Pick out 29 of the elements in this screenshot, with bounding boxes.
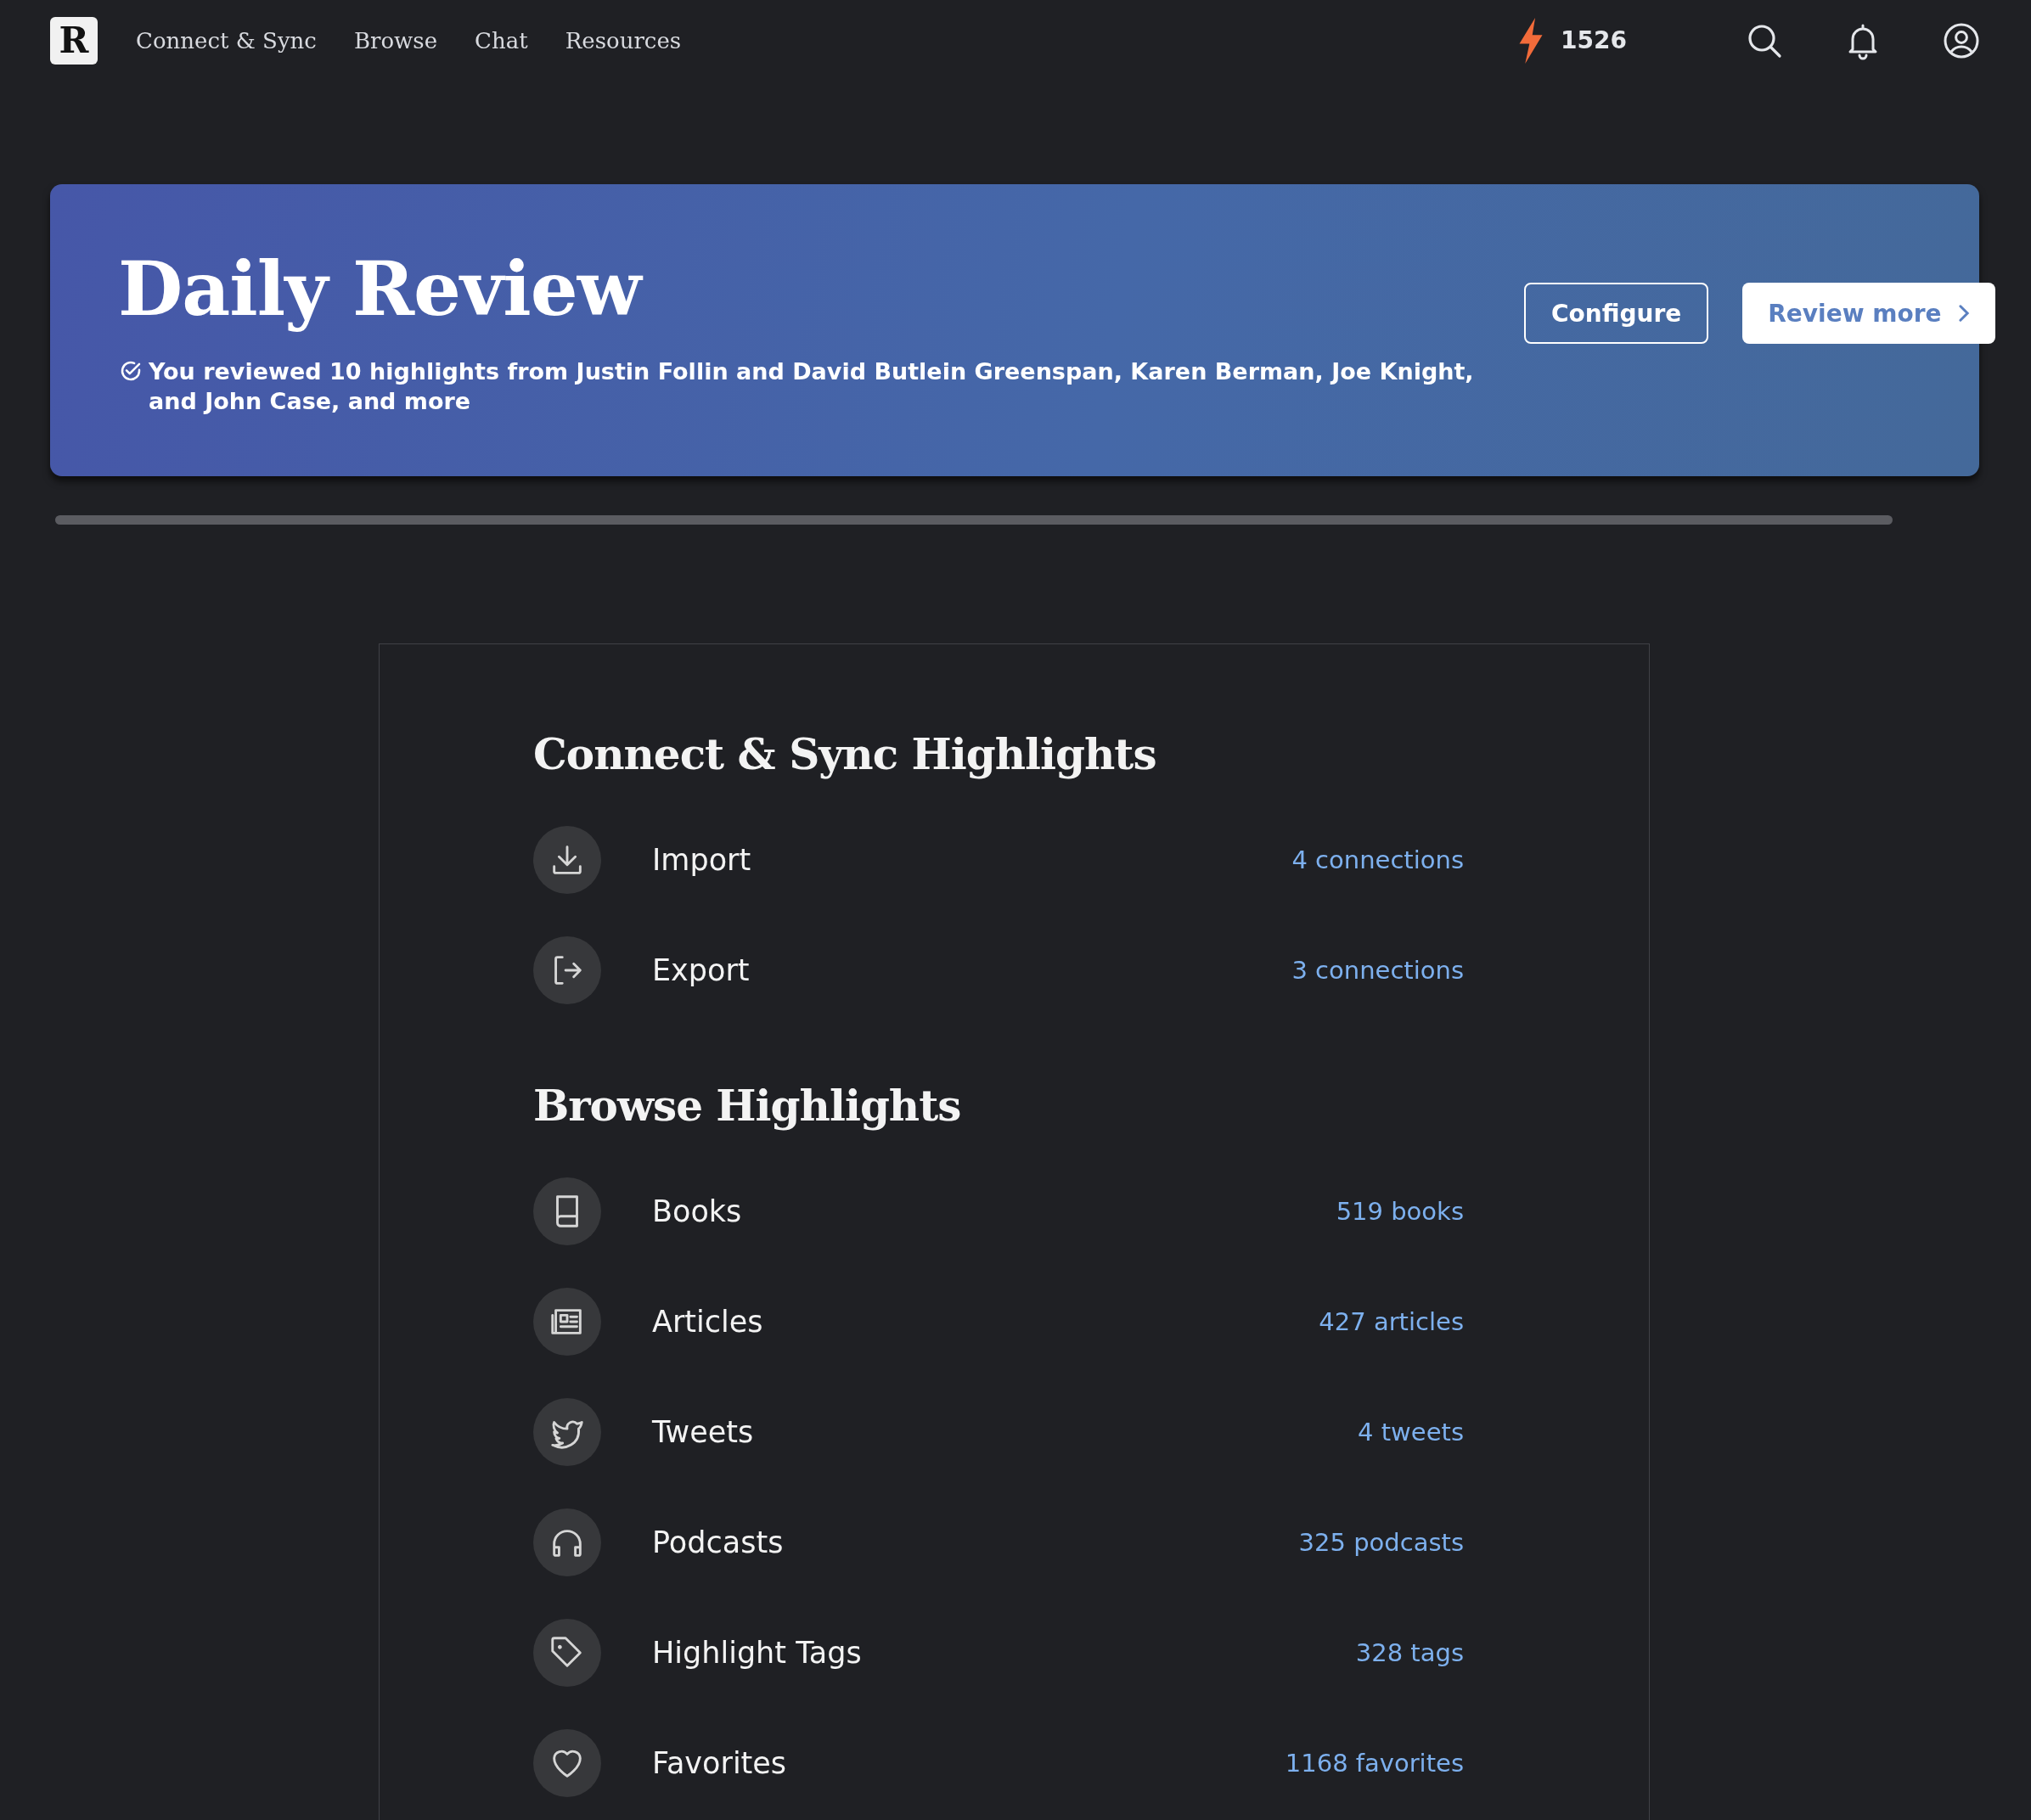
nav-link[interactable]: Resources bbox=[565, 27, 682, 53]
count-link[interactable]: 4 tweets bbox=[1358, 1418, 1464, 1446]
category-link[interactable]: Podcasts bbox=[652, 1525, 1299, 1559]
category-link[interactable]: Tweets bbox=[652, 1415, 1359, 1449]
logo[interactable]: R bbox=[50, 16, 98, 65]
category-link[interactable]: Import bbox=[652, 843, 1292, 877]
banner-title: Daily Review bbox=[118, 244, 1524, 333]
category-link[interactable]: Articles bbox=[652, 1305, 1319, 1339]
section-title: Browse Highlights bbox=[533, 1081, 962, 1131]
streak-count: 1526 bbox=[1561, 26, 1627, 54]
nav-link[interactable]: Chat bbox=[475, 27, 528, 53]
category-link[interactable]: Export bbox=[652, 953, 1292, 987]
review-summary: You reviewed 10 highlights from Justin Follin and David Butlein Greenspan, Karen Berman, Joe Knight, and John Case, and more bbox=[149, 357, 1475, 416]
section-title: Connect & Sync Highlights bbox=[533, 729, 1157, 779]
count-link[interactable]: 325 podcasts bbox=[1298, 1528, 1464, 1557]
chevron-right-icon bbox=[1958, 304, 1971, 323]
review-more-button[interactable]: Review more bbox=[1742, 283, 1996, 344]
count-link[interactable]: 519 books bbox=[1336, 1197, 1464, 1226]
configure-button[interactable]: Configure bbox=[1524, 283, 1709, 344]
count-link[interactable]: 3 connections bbox=[1291, 956, 1464, 985]
category-link[interactable]: Favorites bbox=[652, 1746, 1286, 1780]
nav-link[interactable]: Connect & Sync bbox=[136, 27, 317, 53]
nav-link[interactable]: Browse bbox=[353, 27, 438, 53]
category-link[interactable]: Highlight Tags bbox=[652, 1636, 1356, 1670]
count-link[interactable]: 1168 favorites bbox=[1285, 1749, 1464, 1778]
count-link[interactable]: 427 articles bbox=[1319, 1307, 1464, 1336]
count-link[interactable]: 4 connections bbox=[1291, 845, 1464, 874]
count-link[interactable]: 328 tags bbox=[1355, 1638, 1464, 1667]
category-link[interactable]: Books bbox=[652, 1194, 1336, 1228]
